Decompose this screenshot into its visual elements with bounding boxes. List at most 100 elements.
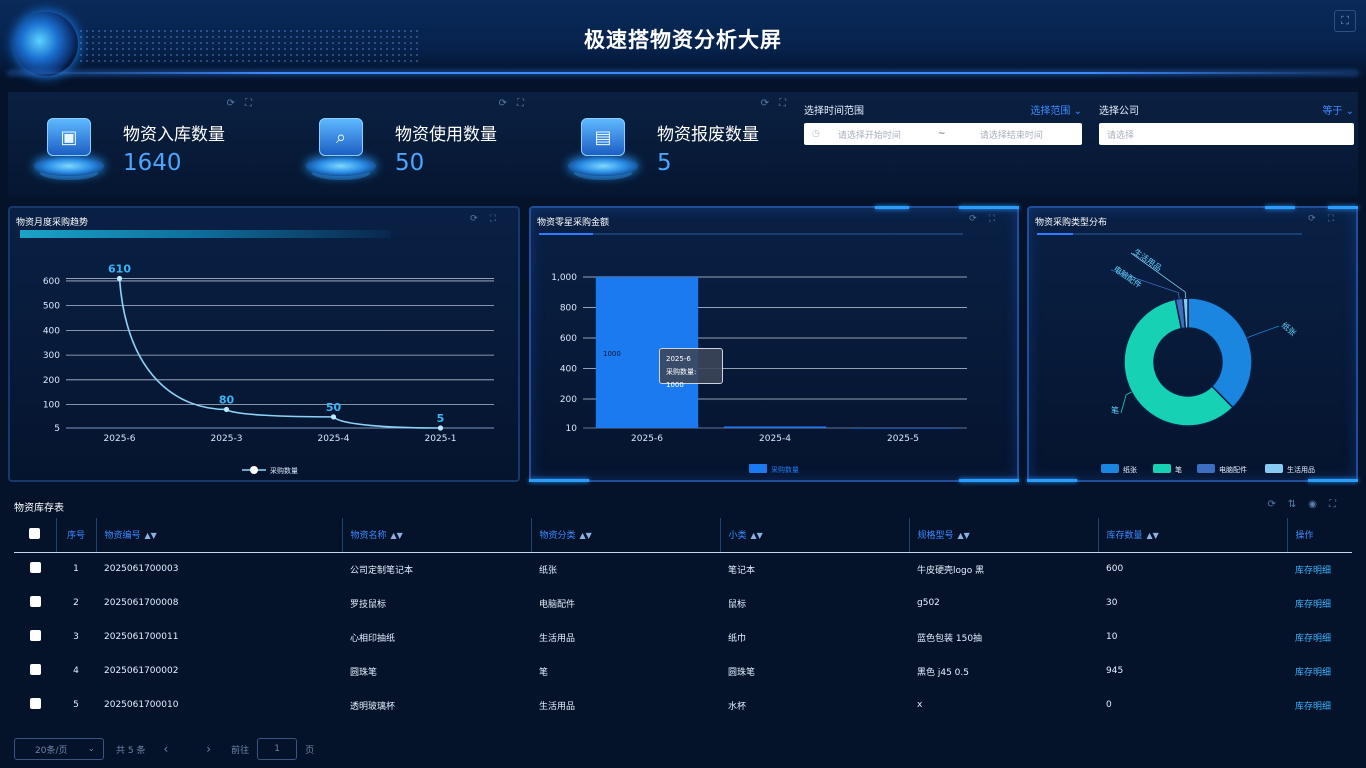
row-checkbox[interactable] <box>14 654 56 688</box>
cell-category: 电脑配件 <box>539 599 576 610</box>
col-header-code[interactable]: 物资编号 ▲▼ <box>95 518 342 553</box>
y-tick-label: 800 <box>560 304 577 314</box>
date-range-input[interactable]: ◷ 请选择开始时间 ~ 请选择结束时间 <box>804 123 1082 145</box>
row-checkbox[interactable] <box>14 620 56 654</box>
column-height-icon[interactable]: ⇅ <box>1288 499 1308 510</box>
slice-label: 电脑配件 <box>1112 263 1144 290</box>
col-header-op: 操作 <box>1286 518 1352 553</box>
cell-no: 1 <box>73 564 79 575</box>
data-label: 50 <box>326 401 342 414</box>
cell-code: 2025061700008 <box>104 598 179 608</box>
y-tick-label: 300 <box>43 351 60 361</box>
prev-page-button[interactable]: ‹ <box>163 742 168 756</box>
frame-corner <box>959 479 1019 482</box>
company-select[interactable]: 请选择 <box>1099 123 1354 145</box>
data-label: 610 <box>108 262 131 275</box>
pagination: 20条/页 ⌄ 共 5 条 ‹ › 前往 1 页 <box>14 738 314 760</box>
cell-no: 5 <box>73 700 79 710</box>
amount-panel: 物资零星采购金额 ⟳⛶ 10 200 400 600 800 1,000 2025-6 202… <box>529 206 1019 482</box>
next-page-button[interactable]: › <box>206 742 211 756</box>
cell-name: 透明玻璃杯 <box>350 701 396 712</box>
legend-swatch <box>1265 464 1283 473</box>
inventory-detail-link[interactable]: 库存明细 <box>1287 654 1352 688</box>
table-title: 物资库存表 <box>14 503 64 514</box>
filter-mode-dropdown[interactable]: 等于 ⌄ <box>1322 102 1354 117</box>
cell-spec: 蓝色包装 150抽 <box>917 633 983 644</box>
legend-label: 采购数量 <box>270 466 298 475</box>
sort-icon: ▲▼ <box>390 531 403 541</box>
refresh-icon[interactable]: ⟳ <box>1267 499 1287 510</box>
stat-strip: ▣ 物资入库数量 1640 ⟳⛶ ⌕ 物资使用数量 50 ⟳⛶ ▤ 物资报废数量… <box>8 92 1358 196</box>
page-jump-input[interactable]: 1 <box>257 738 298 760</box>
company-filter: 选择公司 等于 ⌄ 请选择 <box>1099 92 1354 196</box>
card-tools[interactable]: ⟳⛶ <box>499 98 534 109</box>
card-tools[interactable]: ⟳⛶ <box>761 98 796 109</box>
pie-slice <box>1187 297 1253 409</box>
row-checkbox[interactable] <box>14 552 56 586</box>
col-header-sub[interactable]: 小类 ▲▼ <box>719 518 909 553</box>
filter-label: 选择时间范围 <box>804 106 864 117</box>
y-tick-label: 200 <box>43 376 60 386</box>
start-date-input[interactable]: 请选择开始时间 <box>838 128 938 141</box>
card-tools[interactable]: ⟳⛶ <box>227 98 262 109</box>
inventory-detail-link[interactable]: 库存明细 <box>1287 586 1352 620</box>
fullscreen-icon[interactable]: ⛶ <box>1334 10 1356 32</box>
inventory-table: 序号 物资编号 ▲▼ 物资名称 ▲▼ 物资分类 ▲▼ 小类 ▲▼ 规格型号 ▲▼ 库存数量… <box>14 518 1352 722</box>
tooltip-text: 采购数量: 1000 <box>666 368 697 389</box>
bar <box>723 426 827 428</box>
sort-icon: ▲▼ <box>957 531 970 541</box>
cell-spec: g502 <box>917 598 940 608</box>
frame-corner <box>529 479 589 482</box>
col-header-spec[interactable]: 规格型号 ▲▼ <box>908 518 1098 553</box>
company-placeholder: 请选择 <box>1107 130 1135 141</box>
cell-category: 笔 <box>539 667 549 678</box>
cell-no: 2 <box>73 598 79 608</box>
sort-icon: ▲▼ <box>1146 531 1159 541</box>
stat-card-use: ⌕ 物资使用数量 50 ⟳⛶ <box>280 92 542 196</box>
data-point <box>330 414 337 420</box>
row-checkbox[interactable] <box>14 688 56 722</box>
eye-icon[interactable]: ◉ <box>1308 499 1329 510</box>
trend-panel: 物资月度采购趋势 ⟳⛶ 5 100 200 300 400 500 600 2025-6 202… <box>8 206 520 482</box>
inventory-detail-link[interactable]: 库存明细 <box>1287 688 1352 722</box>
type-panel: 物资采购类型分布 ⟳⛶ 纸张笔电脑配件 生活用品 纸张笔电脑配件 生活用品 <box>1027 206 1358 482</box>
cell-spec: 牛皮硬壳logo 黑 <box>917 565 985 576</box>
cell-name: 罗技鼠标 <box>350 599 387 610</box>
row-checkbox[interactable] <box>14 586 56 620</box>
warehouse-in-icon: ▣ <box>30 112 108 186</box>
cell-stock: 0 <box>1106 700 1112 710</box>
cell-stock: 945 <box>1106 666 1124 676</box>
stat-value: 50 <box>395 150 425 176</box>
data-point <box>116 275 123 282</box>
inventory-detail-link[interactable]: 库存明细 <box>1287 620 1352 654</box>
data-label: 5 <box>437 412 445 425</box>
table-tools[interactable]: ⟳⇅◉⛶ <box>1267 499 1348 510</box>
sort-icon: ▲▼ <box>144 531 157 541</box>
col-header-stock[interactable]: 库存数量 ▲▼ <box>1097 518 1287 553</box>
line-chart: 5 100 200 300 400 500 600 2025-6 2025-3 2025-4 202… <box>43 262 494 475</box>
legend-label: 电脑配件 <box>1219 465 1247 474</box>
frame-corner <box>1027 479 1077 482</box>
col-header-category[interactable]: 物资分类 ▲▼ <box>530 518 720 553</box>
x-tick-label: 2025-3 <box>211 434 243 444</box>
page-size-select[interactable]: 20条/页 ⌄ <box>14 738 104 760</box>
select-all-checkbox[interactable] <box>14 518 56 553</box>
filter-mode-dropdown[interactable]: 选择范围 ⌄ <box>1030 102 1082 117</box>
cell-code: 2025061700003 <box>104 564 179 575</box>
y-tick-label: 400 <box>43 326 60 336</box>
cell-name: 圆珠笔 <box>350 667 378 678</box>
data-label: 80 <box>219 393 235 406</box>
cell-sub: 笔记本 <box>728 565 756 576</box>
cell-sub: 圆珠笔 <box>728 667 756 678</box>
y-tick-label: 400 <box>560 365 577 375</box>
y-tick-label: 5 <box>54 424 60 434</box>
cell-sub: 鼠标 <box>728 599 747 610</box>
col-header-name[interactable]: 物资名称 ▲▼ <box>341 518 531 553</box>
slice-label: 纸张 <box>1280 320 1299 338</box>
end-date-input[interactable]: 请选择结束时间 <box>980 128 1043 141</box>
fullscreen-icon[interactable]: ⛶ <box>1329 499 1348 510</box>
inventory-detail-link[interactable]: 库存明细 <box>1287 552 1352 586</box>
cell-code: 2025061700010 <box>104 700 179 710</box>
donut-chart: 纸张笔电脑配件生活用品纸张笔电脑配件 生活用品 <box>1101 246 1315 474</box>
x-tick-label: 2025-6 <box>104 434 136 444</box>
